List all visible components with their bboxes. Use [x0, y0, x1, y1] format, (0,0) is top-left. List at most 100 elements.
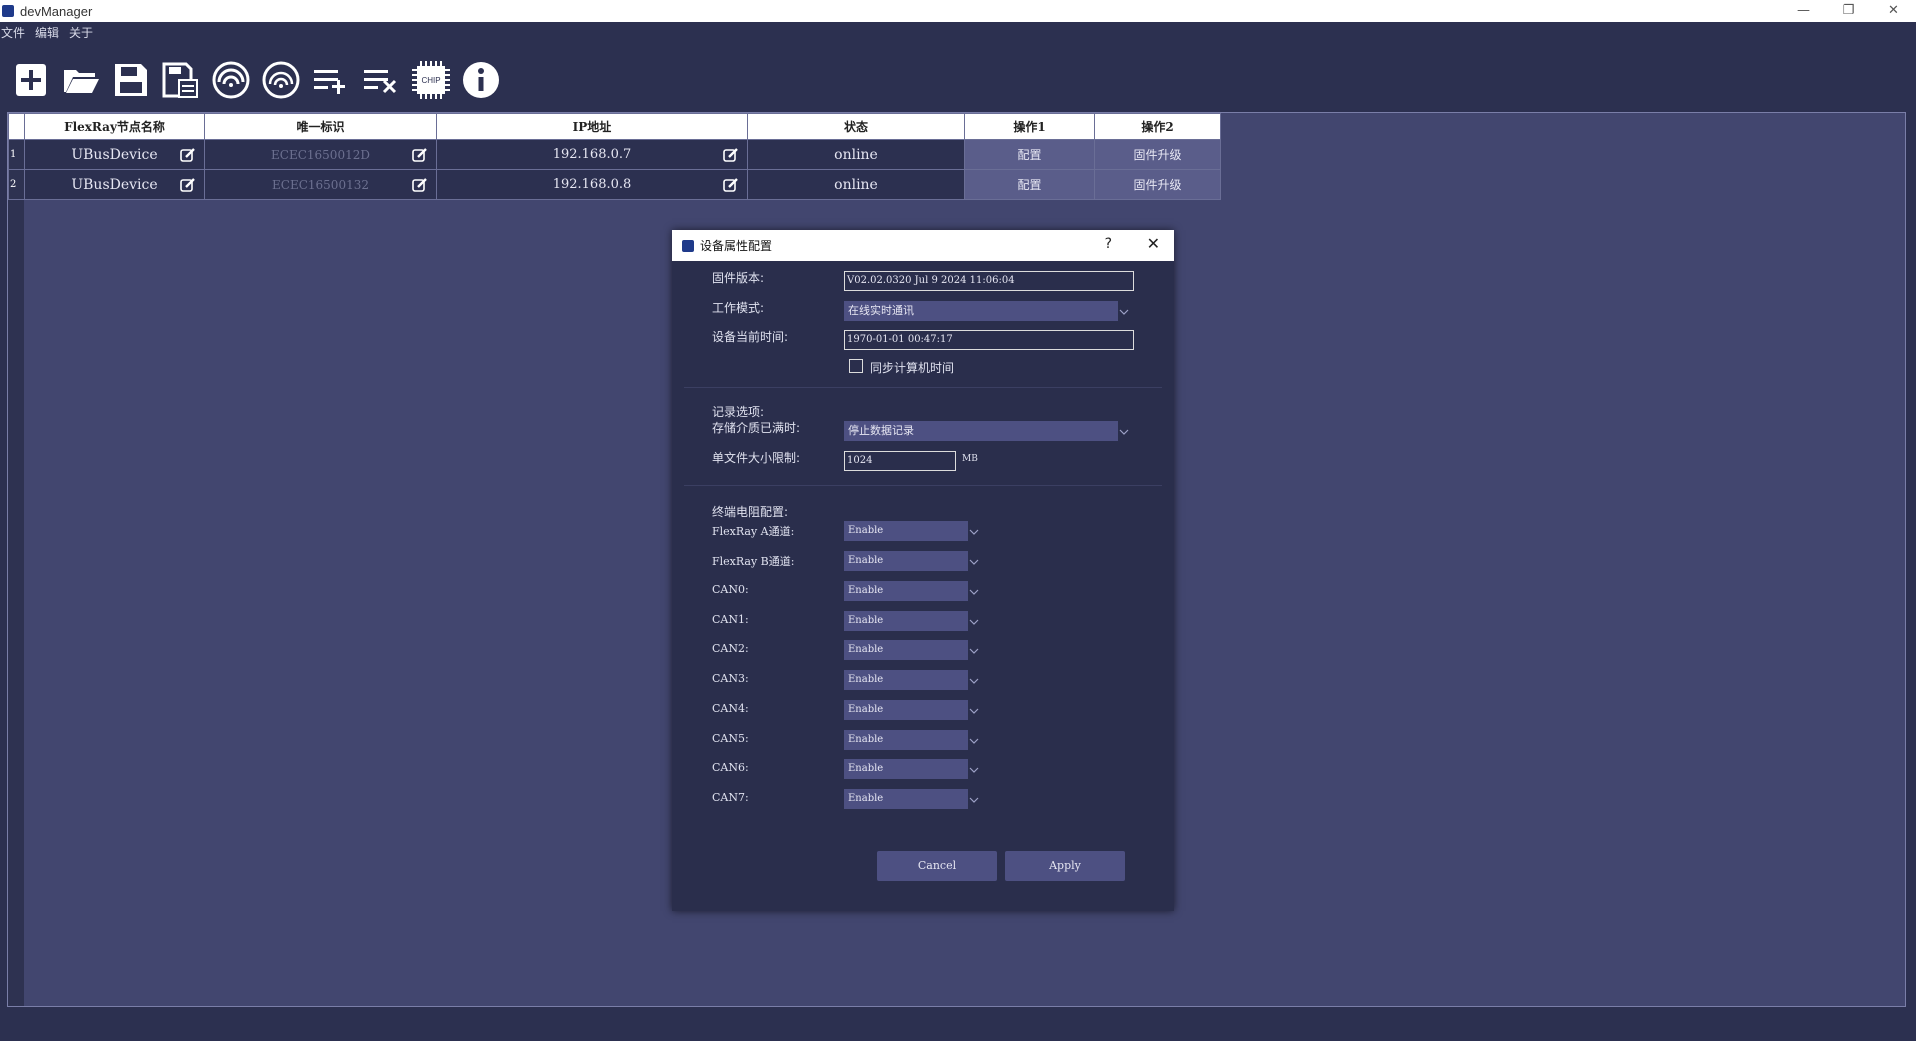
- channel-select[interactable]: Enable: [844, 581, 968, 601]
- channel-select[interactable]: Enable: [844, 521, 968, 541]
- channel-select[interactable]: Enable: [844, 789, 968, 809]
- restore-icon[interactable]: ❐: [1826, 0, 1871, 20]
- save-icon[interactable]: [109, 58, 153, 102]
- mode-select[interactable]: 在线实时通讯: [844, 301, 1118, 321]
- configure-button[interactable]: 配置: [964, 169, 1095, 200]
- chevron-down-icon[interactable]: [1119, 427, 1129, 437]
- device-ip: 192.168.0.8: [552, 177, 632, 192]
- row-gutter: [8, 113, 24, 1006]
- status-cell: online: [747, 139, 965, 170]
- row-number: 1: [8, 139, 25, 170]
- channel-label: CAN6:: [712, 761, 749, 774]
- chevron-down-icon[interactable]: [1119, 307, 1129, 317]
- close-icon[interactable]: ✕: [1147, 234, 1160, 253]
- add-list-icon[interactable]: [309, 58, 353, 102]
- bottom-bar: [0, 1007, 1916, 1032]
- storage-full-select[interactable]: 停止数据记录: [844, 421, 1118, 441]
- table-row[interactable]: 1 UBusDevice ECEC1650012D 192.168.0.7 on…: [8, 139, 1221, 170]
- open-folder-icon[interactable]: [59, 58, 103, 102]
- cancel-button[interactable]: Cancel: [877, 851, 997, 881]
- col-header-op2[interactable]: 操作2: [1094, 113, 1221, 140]
- corner-cell: [8, 113, 25, 140]
- chevron-down-icon[interactable]: [969, 676, 979, 686]
- window-controls: — ❐ ✕: [1781, 0, 1916, 22]
- divider: [684, 485, 1162, 486]
- chevron-down-icon[interactable]: [969, 795, 979, 805]
- channel-select[interactable]: Enable: [844, 670, 968, 690]
- chevron-down-icon[interactable]: [969, 617, 979, 627]
- channel-select[interactable]: Enable: [844, 730, 968, 750]
- channel-select[interactable]: Enable: [844, 551, 968, 571]
- channel-label: CAN3:: [712, 672, 749, 685]
- chip-label: CHIP: [421, 76, 440, 85]
- edit-icon[interactable]: [180, 147, 196, 163]
- firmware-field[interactable]: V02.02.0320 Jul 9 2024 11:06:04: [844, 271, 1134, 291]
- table-row[interactable]: 2 UBusDevice ECEC16500132 192.168.0.8 on…: [8, 169, 1221, 200]
- menu-edit[interactable]: 编辑: [35, 24, 59, 41]
- apply-button[interactable]: Apply: [1005, 851, 1125, 881]
- chevron-down-icon[interactable]: [969, 587, 979, 597]
- edit-icon[interactable]: [723, 147, 739, 163]
- info-icon[interactable]: [459, 58, 503, 102]
- channel-select[interactable]: Enable: [844, 611, 968, 631]
- remove-list-icon[interactable]: [359, 58, 403, 102]
- ip-cell[interactable]: 192.168.0.7: [436, 139, 748, 170]
- menu-about[interactable]: 关于: [69, 24, 93, 41]
- chevron-down-icon[interactable]: [969, 646, 979, 656]
- termination-label: 终端电阻配置:: [712, 505, 789, 519]
- chevron-down-icon[interactable]: [969, 736, 979, 746]
- edit-icon[interactable]: [412, 177, 428, 193]
- ip-cell[interactable]: 192.168.0.8: [436, 169, 748, 200]
- channel-label: CAN7:: [712, 791, 749, 804]
- save-as-icon[interactable]: [159, 58, 203, 102]
- file-size-field[interactable]: 1024: [844, 451, 956, 471]
- chevron-down-icon[interactable]: [969, 706, 979, 716]
- channel-label: FlexRay B通道:: [712, 555, 795, 568]
- name-cell[interactable]: UBusDevice: [24, 139, 205, 170]
- table-header-row: FlexRay节点名称 唯一标识 IP地址 状态 操作1 操作2: [8, 113, 1221, 140]
- device-uid: ECEC16500132: [272, 177, 369, 192]
- channel-label: CAN0:: [712, 583, 749, 596]
- new-document-icon[interactable]: [9, 58, 53, 102]
- help-icon[interactable]: ?: [1105, 236, 1112, 252]
- channel-select[interactable]: Enable: [844, 759, 968, 779]
- close-window-icon[interactable]: ✕: [1871, 0, 1916, 20]
- uid-cell[interactable]: ECEC16500132: [204, 169, 437, 200]
- menu-file[interactable]: 文件: [1, 24, 25, 41]
- col-header-name[interactable]: FlexRay节点名称: [24, 113, 205, 140]
- uid-cell[interactable]: ECEC1650012D: [204, 139, 437, 170]
- col-header-uid[interactable]: 唯一标识: [204, 113, 437, 140]
- edit-icon[interactable]: [723, 177, 739, 193]
- chevron-down-icon[interactable]: [969, 765, 979, 775]
- device-name: UBusDevice: [71, 176, 158, 193]
- storage-full-label: 存储介质已满时:: [712, 421, 801, 435]
- channel-select[interactable]: Enable: [844, 700, 968, 720]
- time-field[interactable]: 1970-01-01 00:47:17: [844, 330, 1134, 350]
- device-ip: 192.168.0.7: [552, 147, 632, 162]
- chevron-down-icon[interactable]: [969, 527, 979, 537]
- col-header-op1[interactable]: 操作1: [964, 113, 1095, 140]
- col-header-status[interactable]: 状态: [747, 113, 965, 140]
- edit-icon[interactable]: [180, 177, 196, 193]
- time-label: 设备当前时间:: [712, 330, 789, 344]
- scan-device-icon[interactable]: [209, 58, 253, 102]
- edit-icon[interactable]: [412, 147, 428, 163]
- scan-network-icon[interactable]: [259, 58, 303, 102]
- menu-bar: 文件 编辑 关于: [0, 22, 103, 42]
- chip-icon[interactable]: CHIP: [409, 58, 453, 102]
- firmware-upgrade-button[interactable]: 固件升级: [1094, 139, 1221, 170]
- channel-select[interactable]: Enable: [844, 640, 968, 660]
- channel-label: CAN1:: [712, 613, 749, 626]
- name-cell[interactable]: UBusDevice: [24, 169, 205, 200]
- col-header-ip[interactable]: IP地址: [436, 113, 748, 140]
- sync-time-label: 同步计算机时间: [870, 361, 955, 375]
- file-size-unit: MB: [962, 454, 978, 464]
- firmware-upgrade-button[interactable]: 固件升级: [1094, 169, 1221, 200]
- configure-button[interactable]: 配置: [964, 139, 1095, 170]
- minimize-icon[interactable]: —: [1781, 0, 1826, 20]
- channel-label: CAN2:: [712, 642, 749, 655]
- sync-time-checkbox[interactable]: [849, 359, 863, 373]
- dialog-body: 固件版本: V02.02.0320 Jul 9 2024 11:06:04 工作…: [672, 261, 1174, 911]
- device-table: FlexRay节点名称 唯一标识 IP地址 状态 操作1 操作2 1 UBusD…: [8, 113, 1221, 200]
- chevron-down-icon[interactable]: [969, 557, 979, 567]
